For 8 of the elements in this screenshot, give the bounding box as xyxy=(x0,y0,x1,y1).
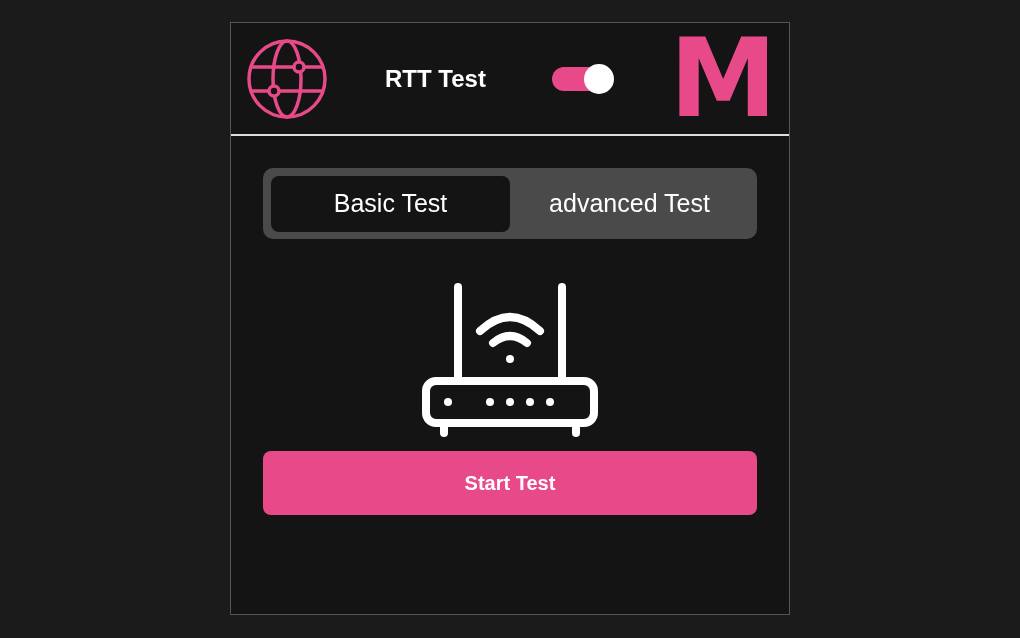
tab[interactable]: advanced Test xyxy=(510,175,749,232)
globe-icon xyxy=(247,38,327,119)
app-title: RTT Test xyxy=(385,64,486,93)
tab[interactable]: Basic Test xyxy=(271,175,510,232)
toggle-switch[interactable] xyxy=(551,66,612,91)
logo: M xyxy=(669,38,773,119)
router-icon xyxy=(420,281,600,437)
start-test-button[interactable]: Start Test xyxy=(263,451,757,515)
